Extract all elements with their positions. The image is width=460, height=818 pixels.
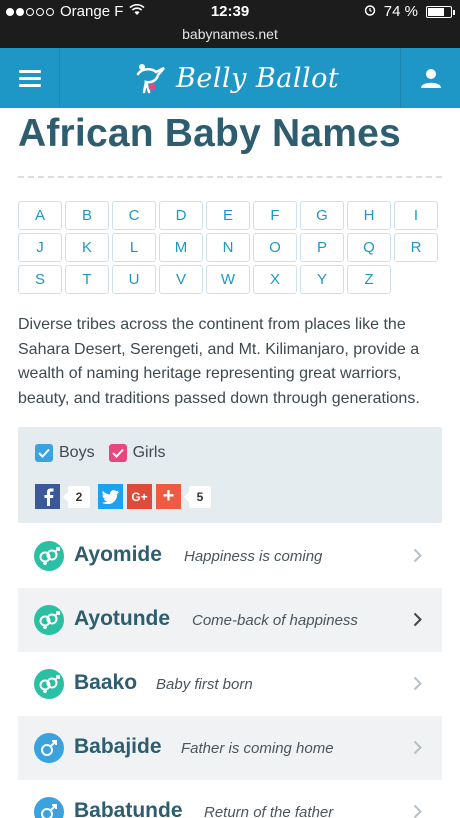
chevron-right-icon <box>413 740 422 760</box>
letter-link-p[interactable]: P <box>300 233 344 262</box>
letter-link-y[interactable]: Y <box>300 265 344 294</box>
letter-link-l[interactable]: L <box>112 233 156 262</box>
site-logo[interactable]: Belly Ballot <box>130 56 339 100</box>
letter-link-f[interactable]: F <box>253 201 297 230</box>
baby-name: Baako <box>74 671 138 694</box>
alphabet-index: ABCDEFGHI JKLMNOPQR STUVWXYZ <box>18 201 442 294</box>
checkmark-icon <box>108 444 127 462</box>
chevron-right-icon <box>413 676 422 696</box>
share-more-button[interactable]: + <box>156 484 181 509</box>
letter-link-u[interactable]: U <box>112 265 156 294</box>
filter-panel: Boys Girls 2 G+ + 5 <box>18 427 442 523</box>
google-plus-share-button[interactable]: G+ <box>127 484 152 509</box>
logo-text: Belly Ballot <box>176 62 340 94</box>
chevron-right-icon <box>413 612 422 632</box>
letter-link-d[interactable]: D <box>159 201 203 230</box>
letter-link-a[interactable]: A <box>18 201 62 230</box>
boys-checkbox[interactable]: Boys <box>35 444 95 462</box>
letter-link-r[interactable]: R <box>394 233 438 262</box>
address-bar[interactable]: babynames.net <box>0 24 460 48</box>
letter-link-s[interactable]: S <box>18 265 62 294</box>
letter-link-m[interactable]: M <box>159 233 203 262</box>
checkmark-icon <box>35 444 53 462</box>
twitter-share-button[interactable] <box>98 484 123 509</box>
unisex-gender-icon <box>34 541 64 571</box>
letter-link-t[interactable]: T <box>65 265 109 294</box>
letter-link-x[interactable]: X <box>253 265 297 294</box>
divider <box>18 176 442 178</box>
chevron-right-icon <box>413 548 422 568</box>
stork-logo-icon <box>136 64 165 94</box>
letter-link-q[interactable]: Q <box>347 233 391 262</box>
letter-link-v[interactable]: V <box>159 265 203 294</box>
letter-link-e[interactable]: E <box>206 201 250 230</box>
twitter-icon <box>102 489 119 504</box>
intro-text: Diverse tribes across the continent from… <box>18 316 420 407</box>
letter-link-b[interactable]: B <box>65 201 109 230</box>
male-gender-icon <box>34 733 64 763</box>
battery-percent: 74 % <box>383 3 418 20</box>
letter-link-k[interactable]: K <box>65 233 109 262</box>
name-row[interactable]: Babatunde Return of the father <box>18 780 442 818</box>
boys-label: Boys <box>59 444 95 461</box>
letter-link-h[interactable]: H <box>347 201 391 230</box>
name-row[interactable]: Baako Baby first born <box>18 652 442 716</box>
plus-icon: + <box>162 485 175 507</box>
letter-link-j[interactable]: J <box>18 233 62 262</box>
facebook-icon <box>44 488 53 506</box>
baby-name: Ayotunde <box>74 607 171 630</box>
baby-name: Babatunde <box>74 799 183 818</box>
name-list: Ayomide Happiness is coming Ayotunde Come-b… <box>18 524 442 818</box>
battery-icon <box>426 5 455 18</box>
name-meaning: Return of the father <box>204 804 334 818</box>
share-count: 5 <box>184 485 211 508</box>
page-title: African Baby Names <box>18 112 401 155</box>
name-meaning: Come-back of happiness <box>192 612 358 629</box>
name-meaning: Baby first born <box>156 676 253 693</box>
unisex-gender-icon <box>34 605 64 635</box>
url-text: babynames.net <box>182 26 278 42</box>
girls-label: Girls <box>132 444 166 461</box>
name-meaning: Father is coming home <box>181 740 334 757</box>
letter-link-c[interactable]: C <box>112 201 156 230</box>
letter-link-g[interactable]: G <box>300 201 344 230</box>
girls-checkbox[interactable]: Girls <box>108 444 166 462</box>
letter-link-w[interactable]: W <box>206 265 250 294</box>
status-bar: Orange F 12:39 74 % <box>0 0 460 24</box>
letter-link-i[interactable]: I <box>394 201 438 230</box>
chevron-right-icon <box>413 804 422 818</box>
male-gender-icon <box>34 797 64 818</box>
letter-link-z[interactable]: Z <box>347 265 391 294</box>
name-row[interactable]: Ayomide Happiness is coming <box>18 524 442 588</box>
unisex-gender-icon <box>34 669 64 699</box>
letter-link-o[interactable]: O <box>253 233 297 262</box>
menu-button[interactable] <box>0 48 60 108</box>
google-plus-icon: G+ <box>131 489 148 504</box>
user-icon <box>420 69 441 88</box>
facebook-share-button[interactable] <box>35 484 60 509</box>
name-meaning: Happiness is coming <box>184 548 323 565</box>
facebook-share-count: 2 <box>63 485 90 508</box>
letter-link-n[interactable]: N <box>206 233 250 262</box>
name-row[interactable]: Ayotunde Come-back of happiness <box>18 588 442 652</box>
account-button[interactable] <box>400 48 460 108</box>
baby-name: Babajide <box>74 735 162 758</box>
site-header: Belly Ballot <box>0 48 460 108</box>
alarm-icon <box>364 3 376 20</box>
baby-name: Ayomide <box>74 543 162 566</box>
name-row[interactable]: Babajide Father is coming home <box>18 716 442 780</box>
